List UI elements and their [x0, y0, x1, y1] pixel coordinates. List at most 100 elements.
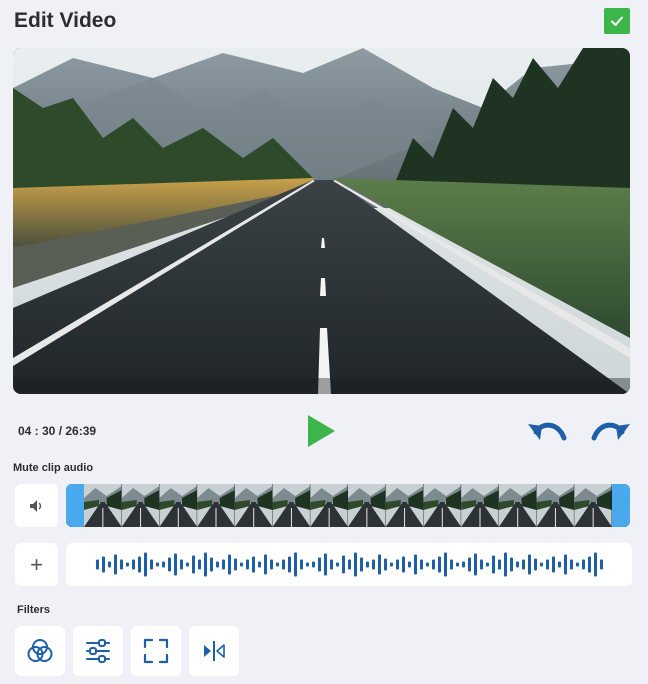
waveform-bar: [150, 559, 153, 570]
clip-frame-thumbnail: [498, 484, 537, 527]
mute-button[interactable]: [15, 484, 58, 527]
waveform-bar: [504, 552, 507, 577]
waveform-bar: [324, 553, 327, 576]
waveform-bar: [306, 562, 309, 567]
waveform-bar: [252, 556, 255, 573]
waveform-bar: [558, 561, 561, 568]
waveform-bar: [420, 559, 423, 570]
waveform-bar: [228, 554, 231, 575]
waveform-bar: [528, 554, 531, 575]
play-icon: [308, 415, 335, 447]
waveform-bar: [564, 554, 567, 575]
playback-time: 04 : 30 / 26:39: [18, 424, 97, 438]
clip-frames: [84, 484, 613, 527]
waveform-bar: [540, 562, 543, 567]
waveform-bar: [294, 552, 297, 577]
waveform-bar: [402, 556, 405, 573]
waveform-bar: [312, 561, 315, 568]
clip-frame-thumbnail: [159, 484, 198, 527]
waveform-bar: [444, 552, 447, 577]
waveform-bar: [336, 562, 339, 567]
waveform-bar: [462, 561, 465, 568]
play-button[interactable]: [304, 414, 338, 448]
clip-frame-thumbnail: [84, 484, 123, 527]
video-preview[interactable]: [13, 48, 630, 394]
waveform-bar: [162, 561, 165, 568]
waveform-bar: [354, 552, 357, 577]
waveform-bar: [186, 562, 189, 567]
waveform-bar: [174, 553, 177, 576]
filter-tool-color[interactable]: [15, 626, 65, 676]
waveform-bar: [492, 555, 495, 574]
add-audio-button[interactable]: +: [15, 543, 58, 586]
waveform-bar: [480, 559, 483, 570]
waveform-bar: [510, 557, 513, 572]
waveform-bar: [96, 559, 99, 570]
waveform-bar: [276, 562, 279, 567]
waveform-bar: [120, 559, 123, 570]
waveform-bar: [408, 561, 411, 568]
waveform-bar: [360, 557, 363, 572]
waveform-bar: [600, 559, 603, 570]
waveform-bar: [546, 559, 549, 570]
audio-waveform-track[interactable]: [66, 543, 632, 586]
waveform-bar: [216, 561, 219, 568]
check-icon: [611, 16, 623, 26]
waveform-bar: [318, 557, 321, 572]
waveform-bar: [114, 554, 117, 575]
waveform-bar: [414, 554, 417, 575]
clip-frame-thumbnail: [234, 484, 273, 527]
waveform-bar: [102, 556, 105, 573]
waveform-bar: [552, 556, 555, 573]
waveform-bar: [516, 561, 519, 568]
filter-tool-flip[interactable]: [189, 626, 239, 676]
waveform-bar: [330, 559, 333, 570]
waveform-bar: [486, 562, 489, 567]
trim-handle-start[interactable]: [66, 484, 84, 527]
waveform-bar: [282, 559, 285, 570]
redo-button[interactable]: [590, 418, 632, 446]
waveform-bar: [426, 562, 429, 567]
waveform-bar: [300, 559, 303, 570]
flip-horizontal-icon: [204, 641, 225, 661]
clip-frame-thumbnail: [121, 484, 160, 527]
waveform-bar: [192, 555, 195, 574]
color-circles-icon: [27, 639, 53, 662]
waveform-bar: [108, 561, 111, 568]
waveform-bar: [204, 552, 207, 577]
filter-tool-adjust[interactable]: [73, 626, 123, 676]
waveform-bar: [582, 559, 585, 570]
waveform-bar: [372, 559, 375, 570]
trim-handle-end[interactable]: [612, 484, 630, 527]
filters-label: Filters: [17, 604, 51, 616]
waveform-bar: [456, 562, 459, 567]
waveform-bar: [210, 557, 213, 572]
clip-frame-thumbnail: [574, 484, 613, 527]
waveform-bar: [522, 559, 525, 570]
waveform-bar: [474, 553, 477, 576]
clip-frame-thumbnail: [536, 484, 575, 527]
waveform-bar: [588, 556, 591, 573]
undo-button[interactable]: [526, 418, 568, 446]
waveform-bar: [138, 556, 141, 573]
waveform-bar: [438, 556, 441, 573]
playback-controls: 04 : 30 / 26:39: [0, 410, 648, 452]
waveform-bar: [468, 557, 471, 572]
waveform-bar: [342, 555, 345, 574]
clip-timeline[interactable]: [66, 484, 630, 527]
waveform-bar: [264, 554, 267, 575]
video-frame-image: [13, 48, 630, 394]
waveform-bar: [366, 561, 369, 568]
filter-tool-crop[interactable]: [131, 626, 181, 676]
waveform-bar: [570, 559, 573, 570]
clip-frame-thumbnail: [348, 484, 387, 527]
waveform-bar: [156, 562, 159, 567]
confirm-button[interactable]: [604, 8, 630, 34]
waveform-bar: [288, 556, 291, 573]
crop-frame-icon: [143, 638, 169, 664]
mute-clip-label: Mute clip audio: [13, 462, 94, 474]
speaker-icon: [29, 499, 41, 512]
waveform-bar: [258, 561, 261, 568]
waveform-bar: [180, 559, 183, 570]
waveform-bar: [396, 559, 399, 570]
